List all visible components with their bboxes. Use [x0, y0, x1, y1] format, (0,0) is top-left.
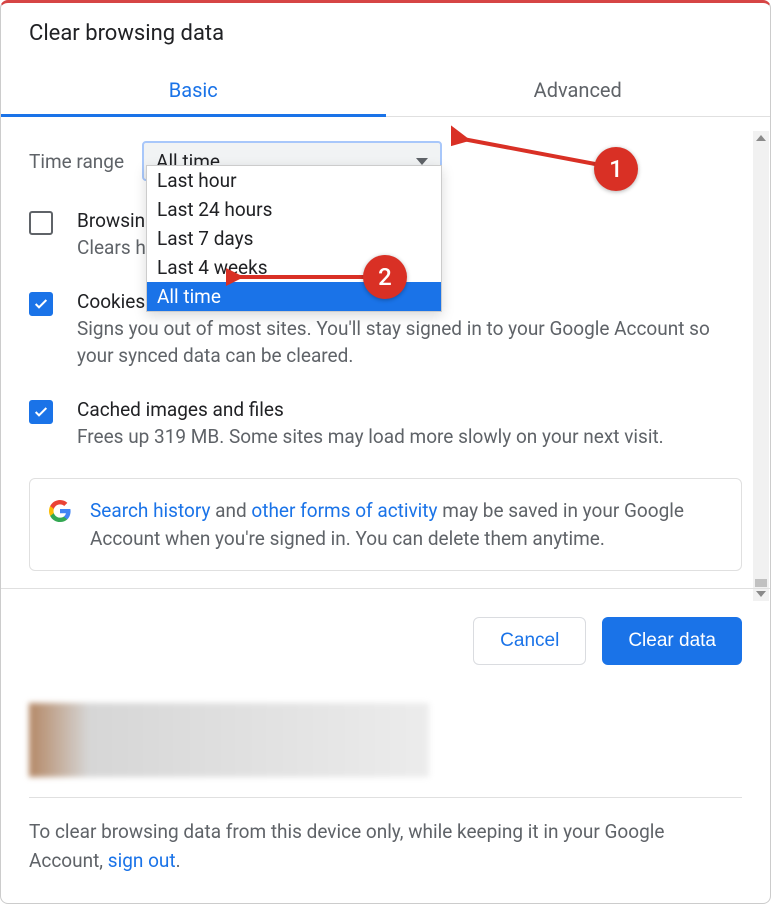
- annotation-badge-2: 2: [363, 255, 407, 299]
- bottom-note: To clear browsing data from this device …: [1, 818, 770, 903]
- divider: [29, 797, 742, 798]
- link-search-history[interactable]: Search history: [90, 499, 210, 522]
- redacted-region: [29, 703, 429, 777]
- checkbox-cached[interactable]: [29, 400, 53, 424]
- item-desc: Frees up 319 MB. Some sites may load mor…: [77, 423, 742, 451]
- dialog-title: Clear browsing data: [1, 3, 770, 64]
- clear-data-button[interactable]: Clear data: [602, 617, 742, 665]
- chevron-down-icon: [416, 158, 428, 165]
- tab-basic[interactable]: Basic: [1, 64, 386, 116]
- tabs: Basic Advanced: [1, 64, 770, 117]
- dialog-content: Time range All time Last hour Last 24 ho…: [1, 117, 770, 589]
- tab-advanced[interactable]: Advanced: [386, 64, 771, 116]
- dropdown-option[interactable]: Last 7 days: [147, 224, 441, 253]
- cancel-button[interactable]: Cancel: [473, 617, 586, 665]
- link-other-activity[interactable]: other forms of activity: [251, 499, 437, 522]
- annotation-arrow-2: [226, 265, 386, 289]
- link-sign-out[interactable]: sign out: [108, 849, 176, 872]
- checkbox-browsing-history[interactable]: [29, 211, 53, 235]
- item-desc: Signs you out of most sites. You'll stay…: [77, 315, 742, 370]
- google-g-icon: [48, 499, 72, 523]
- infobox: Search history and other forms of activi…: [29, 478, 742, 571]
- annotation-badge-1: 1: [594, 147, 638, 191]
- dialog-footer: Cancel Clear data: [1, 589, 770, 693]
- scroll-down-icon[interactable]: [756, 591, 766, 597]
- time-range-label: Time range: [29, 150, 124, 173]
- option-cached: Cached images and files Frees up 319 MB.…: [29, 398, 742, 451]
- dropdown-option[interactable]: Last 24 hours: [147, 195, 441, 224]
- infobox-text: Search history and other forms of activi…: [90, 497, 723, 552]
- item-title: Cached images and files: [77, 398, 742, 421]
- checkbox-cookies[interactable]: [29, 292, 53, 316]
- dropdown-option[interactable]: Last hour: [147, 166, 441, 195]
